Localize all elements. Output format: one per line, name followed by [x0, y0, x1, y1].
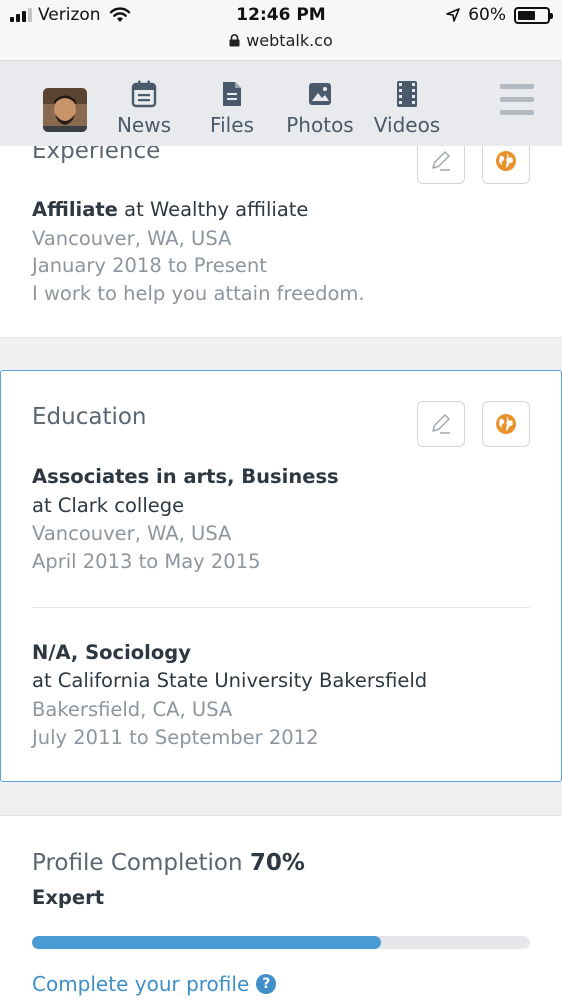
status-right: 60%	[446, 5, 553, 25]
menu-icon[interactable]	[500, 84, 534, 123]
education-dates: April 2013 to May 2015	[32, 550, 261, 573]
experience-location: Vancouver, WA, USA	[32, 227, 232, 250]
education-school: at California State University Bakersfie…	[32, 669, 428, 692]
profile-completion-title: Profile Completion 70%	[32, 850, 305, 876]
complete-profile-label: Complete your profile	[32, 972, 250, 996]
url-text: webtalk.co	[246, 31, 333, 50]
status-bar: Verizon 12:46 PM 60% webtalk.co	[0, 0, 562, 60]
top-nav: News Files Photos Videos	[0, 60, 562, 146]
news-icon	[131, 80, 157, 108]
pencil-icon	[432, 414, 450, 434]
profile-level: Expert	[32, 886, 105, 909]
profile-progress-fill	[32, 936, 381, 949]
experience-dates: January 2018 to Present	[32, 254, 267, 277]
help-icon[interactable]: ?	[256, 974, 277, 994]
profile-progress-bar	[32, 936, 530, 949]
experience-at: at	[124, 198, 144, 221]
address-bar[interactable]: webtalk.co	[0, 31, 562, 50]
experience-company: Wealthy affiliate	[149, 198, 309, 221]
avatar[interactable]	[43, 88, 87, 132]
profile-completion-label: Profile Completion	[32, 850, 243, 876]
nav-item-news[interactable]: News	[112, 79, 176, 137]
battery-icon	[514, 6, 553, 24]
education-dates: July 2011 to September 2012	[32, 726, 319, 749]
education-degree: Associates in arts, Business	[32, 465, 339, 488]
location-arrow-icon	[446, 8, 461, 22]
globe-icon	[496, 414, 516, 434]
lock-icon	[229, 34, 240, 47]
nav-item-label: Videos	[373, 113, 441, 137]
battery-percent: 60%	[468, 5, 506, 25]
profile-completion-card: Profile Completion 70% Expert Complete y…	[0, 815, 562, 1000]
pencil-icon	[432, 151, 450, 171]
nav-item-label: Files	[210, 113, 254, 137]
education-degree: N/A, Sociology	[32, 641, 191, 664]
complete-profile-link[interactable]: Complete your profile ?	[32, 972, 277, 996]
photo-icon	[309, 83, 331, 105]
nav-item-videos[interactable]: Videos	[372, 79, 442, 137]
experience-description: I work to help you attain freedom.	[32, 282, 365, 305]
globe-icon	[496, 151, 516, 171]
education-location: Bakersfield, CA, USA	[32, 698, 233, 721]
education-location: Vancouver, WA, USA	[32, 522, 232, 545]
nav-item-photos[interactable]: Photos	[284, 79, 356, 137]
edit-education-button[interactable]	[417, 401, 465, 447]
profile-completion-percent: 70%	[249, 850, 305, 876]
experience-entry-heading: Affiliate at Wealthy affiliate	[32, 198, 308, 221]
education-divider	[32, 607, 530, 608]
file-icon	[223, 82, 241, 106]
education-card: Education Associates in arts, Business a…	[0, 370, 562, 782]
battery-fill	[518, 10, 535, 20]
education-school: at Clark college	[32, 494, 185, 517]
education-visibility-button[interactable]	[482, 401, 530, 447]
experience-card: Experience Affiliate at Wealthy affiliat…	[0, 120, 562, 338]
nav-item-label: News	[116, 113, 172, 137]
nav-item-files[interactable]: Files	[202, 79, 262, 137]
nav-item-label: Photos	[286, 113, 354, 137]
education-title: Education	[32, 404, 147, 430]
experience-role: Affiliate	[32, 198, 118, 221]
video-icon	[397, 81, 417, 107]
avatar-image	[43, 88, 87, 132]
